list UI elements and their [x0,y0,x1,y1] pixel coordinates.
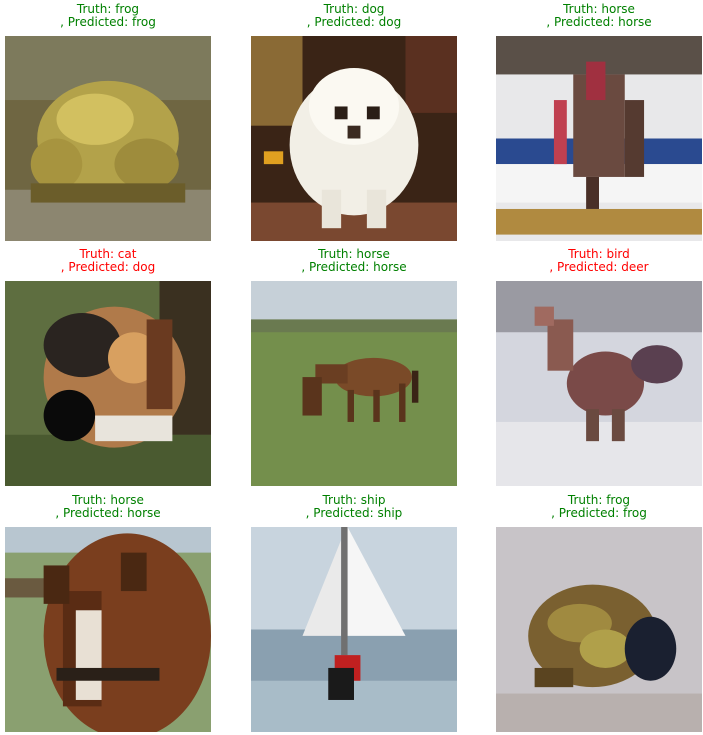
sample-title: Truth: horse , Predicted: horse [221,248,487,280]
frog-icon [5,36,211,241]
horse-head-icon [5,527,211,732]
sample-cell: Truth: horse , Predicted: horse [5,494,211,732]
predicted-label: , Predicted: frog [60,15,156,29]
sample-cell: Truth: dog , Predicted: dog [251,3,457,241]
horse-rider-icon [496,36,702,241]
frog-icon [496,527,702,732]
sample-title: Truth: horse , Predicted: horse [466,3,703,35]
predicted-label: , Predicted: dog [306,15,402,29]
sample-title: Truth: ship , Predicted: ship [221,494,487,526]
bird-icon [496,281,702,486]
horse-grazing-icon [251,281,457,486]
predicted-label: , Predicted: dog [60,260,156,274]
predicted-label: , Predicted: ship [305,506,403,520]
predicted-label: , Predicted: horse [301,260,407,274]
sample-title: Truth: frog , Predicted: frog [0,3,241,35]
predicted-label: , Predicted: frog [551,506,647,520]
sample-title: Truth: bird , Predicted: deer [466,248,703,280]
prediction-grid: Truth: frog , Predicted: frog Truth: dog… [0,0,703,735]
sample-cell: Truth: frog , Predicted: frog [5,3,211,241]
sample-cell: Truth: ship , Predicted: ship [251,494,457,732]
sample-cell: Truth: bird , Predicted: deer [496,248,702,486]
sample-title: Truth: dog , Predicted: dog [221,3,487,35]
sample-title: Truth: cat , Predicted: dog [0,248,241,280]
sample-cell: Truth: frog , Predicted: frog [496,494,702,732]
predicted-label: , Predicted: horse [55,506,161,520]
sample-title: Truth: frog , Predicted: frog [466,494,703,526]
sailboat-icon [251,527,457,732]
predicted-label: , Predicted: horse [546,15,652,29]
cat-icon [5,281,211,486]
sample-cell: Truth: horse , Predicted: horse [496,3,702,241]
dog-icon [251,36,457,241]
sample-title: Truth: horse , Predicted: horse [0,494,241,526]
sample-cell: Truth: horse , Predicted: horse [251,248,457,486]
predicted-label: , Predicted: deer [549,260,649,274]
sample-cell: Truth: cat , Predicted: dog [5,248,211,486]
